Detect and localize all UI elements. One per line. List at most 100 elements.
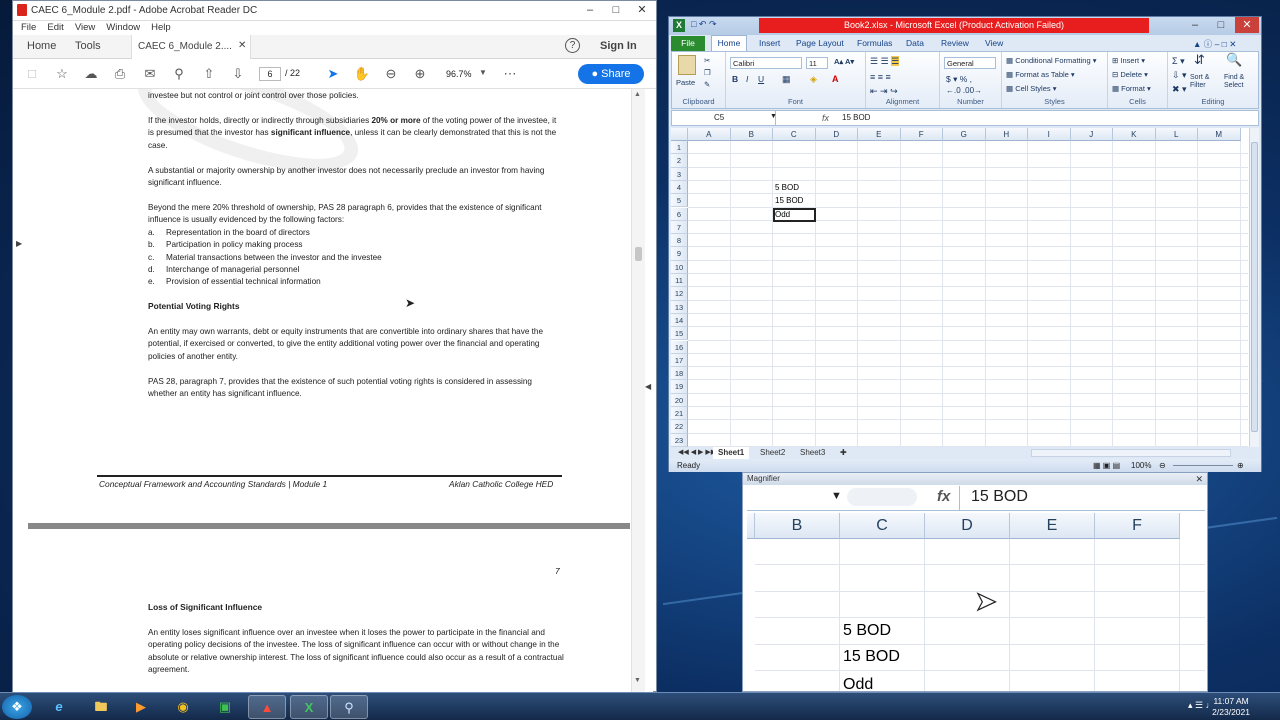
row-header-7[interactable]: 7 <box>671 220 688 235</box>
sheet-tab-sheet3[interactable]: Sheet3 <box>795 447 830 459</box>
column-header-b[interactable]: B <box>730 128 773 141</box>
autosum-icon[interactable]: Σ ▾ <box>1172 56 1185 67</box>
paste-icon[interactable] <box>678 55 696 75</box>
fill-icon[interactable]: ⇩ ▾ <box>1172 70 1187 81</box>
tab-page-layout[interactable]: Page Layout <box>796 38 844 48</box>
tab-home[interactable]: Home <box>27 40 56 52</box>
insert-function-icon[interactable]: fx <box>822 111 829 125</box>
column-header-e[interactable]: E <box>858 128 901 141</box>
row-header-12[interactable]: 12 <box>671 287 688 301</box>
menu-help[interactable]: Help <box>151 22 171 33</box>
excel-title-bar[interactable]: X □ ↶ ↷ Book2.xlsx - Microsoft Excel (Pr… <box>669 17 1261 35</box>
row-header-8[interactable]: 8 <box>671 234 688 248</box>
share-button[interactable]: ● Share <box>578 64 644 84</box>
magnifier-window[interactable]: Magnifier ✕ ▼ fx 15 BOD BCDEF 5 BOD 15 B… <box>742 472 1208 692</box>
column-header-g[interactable]: G <box>943 128 986 141</box>
ribbon-controls-icons[interactable]: ▲ ⓘ – □ ✕ <box>1193 38 1236 50</box>
number-format-select[interactable]: General <box>944 57 996 69</box>
column-header-i[interactable]: I <box>1028 128 1071 141</box>
zoom-level[interactable]: 100% <box>1131 459 1151 472</box>
right-panel-toggle-icon[interactable]: ◀ <box>645 382 651 391</box>
horizontal-scrollbar[interactable] <box>1031 449 1231 457</box>
acrobat-title-bar[interactable]: CAEC 6_Module 2.pdf - Adobe Acrobat Read… <box>13 1 656 21</box>
grow-font-icon[interactable]: A▴ A▾ <box>834 57 854 66</box>
email-icon[interactable]: ✉ <box>141 65 159 83</box>
indent-icons[interactable]: ⇤ ⇥ ↪ <box>870 86 898 97</box>
zoom-search-icon[interactable]: ⚲ <box>170 65 188 83</box>
name-box-dropdown-icon[interactable]: ▼ <box>770 113 777 120</box>
scroll-up-icon[interactable]: ▲ <box>634 91 641 98</box>
find-select-button[interactable]: Find & Select <box>1224 74 1254 90</box>
new-sheet-icon[interactable]: ✚ <box>835 447 852 459</box>
column-header-l[interactable]: L <box>1155 128 1198 141</box>
magnifier-title-bar[interactable]: Magnifier ✕ <box>743 473 1207 485</box>
quick-access-icons[interactable]: □ ↶ ↷ <box>691 19 717 30</box>
cell-c5[interactable]: 15 BOD <box>773 194 803 207</box>
format-painter-icon[interactable]: ✎ <box>704 80 710 89</box>
sign-in-link[interactable]: Sign In <box>600 40 637 52</box>
tab-view[interactable]: View <box>985 38 1003 48</box>
row-header-20[interactable]: 20 <box>671 393 688 407</box>
row-header-15[interactable]: 15 <box>671 327 688 341</box>
internet-explorer-icon[interactable]: e <box>40 695 78 719</box>
name-box[interactable]: C5 <box>672 111 776 125</box>
save-icon[interactable]: □ <box>23 65 41 83</box>
scroll-thumb[interactable] <box>635 247 642 261</box>
close-icon[interactable]: ✕ <box>1235 17 1259 33</box>
minimize-icon[interactable]: – <box>1183 17 1207 33</box>
format-cells-button[interactable]: ▦ Format ▾ <box>1112 84 1151 93</box>
decimal-icons[interactable]: ←.0 .00→ <box>946 86 982 95</box>
row-header-9[interactable]: 9 <box>671 247 688 261</box>
font-name-select[interactable]: Calibri <box>730 57 802 69</box>
zoom-in-icon[interactable]: ⊕ <box>1237 459 1244 472</box>
tab-review[interactable]: Review <box>941 38 969 48</box>
tab-formulas[interactable]: Formulas <box>857 38 892 48</box>
minimize-icon[interactable]: – <box>578 1 602 19</box>
tab-data[interactable]: Data <box>906 38 924 48</box>
file-explorer-icon[interactable]: 🖿 <box>82 695 120 719</box>
acrobat-taskbar-icon[interactable]: ▲ <box>248 695 286 719</box>
system-tray-icons[interactable]: ▴ ☰ ♩ <box>1188 700 1215 711</box>
sort-filter-icon[interactable]: ⇵ <box>1194 52 1205 68</box>
start-button[interactable]: ❖ <box>2 695 32 719</box>
tab-document[interactable]: CAEC 6_Module 2.... ✕ <box>131 35 251 59</box>
worksheet-grid[interactable]: ABCDEFGHIJKLM 1 2 3 4 5 6 7 8 9 10 11 12 13 14 15 16 17 1… <box>671 128 1249 459</box>
chrome-icon[interactable]: ◉ <box>164 695 202 719</box>
next-page-icon[interactable]: ⇩ <box>229 65 247 83</box>
find-select-icon[interactable]: 🔍 <box>1226 52 1242 68</box>
help-icon[interactable]: ? <box>565 38 580 53</box>
close-icon[interactable]: ✕ <box>1195 473 1203 485</box>
align-top-icons[interactable]: ☰ ☰ ☰ <box>870 56 900 67</box>
row-header-23[interactable]: 23 <box>671 433 688 447</box>
row-header-4[interactable]: 4 <box>671 180 688 195</box>
row-header-17[interactable]: 17 <box>671 353 688 368</box>
column-header-a[interactable]: A <box>688 128 731 141</box>
left-panel-toggle-icon[interactable]: ▶ <box>16 239 22 248</box>
tab-home[interactable]: Home <box>711 35 747 51</box>
fill-color-icon[interactable]: ◈ <box>810 74 817 85</box>
currency-icons[interactable]: $ ▾ % , <box>946 74 972 85</box>
excel-window[interactable]: X □ ↶ ↷ Book2.xlsx - Microsoft Excel (Pr… <box>668 16 1262 472</box>
sheet-tab-sheet2[interactable]: Sheet2 <box>755 447 790 459</box>
sort-filter-button[interactable]: Sort & Filter <box>1190 74 1218 90</box>
taskbar-clock[interactable]: 11:07 AM 2/23/2021 <box>1212 696 1250 718</box>
row-header-3[interactable]: 3 <box>671 167 688 181</box>
row-header-11[interactable]: 11 <box>671 274 688 288</box>
column-header-f[interactable]: F <box>900 128 943 141</box>
row-header-1[interactable]: 1 <box>671 141 688 155</box>
print-icon[interactable]: ⎙ <box>111 65 129 83</box>
column-header-k[interactable]: K <box>1113 128 1156 141</box>
zoom-out-icon[interactable]: ⊖ <box>1159 459 1166 472</box>
page-number-input[interactable]: 6 <box>259 67 281 81</box>
cell-styles-button[interactable]: ▦ Cell Styles ▾ <box>1006 84 1056 93</box>
tab-tools[interactable]: Tools <box>75 40 101 52</box>
excel-vertical-scrollbar[interactable] <box>1249 128 1259 459</box>
bold-icon[interactable]: B <box>732 74 738 84</box>
excel-taskbar-icon[interactable]: X <box>290 695 328 719</box>
previous-page-icon[interactable]: ⇧ <box>200 65 218 83</box>
row-header-21[interactable]: 21 <box>671 407 688 421</box>
row-header-10[interactable]: 10 <box>671 260 688 274</box>
row-header-2[interactable]: 2 <box>671 154 688 168</box>
select-all-corner[interactable] <box>671 128 688 141</box>
row-header-5[interactable]: 5 <box>671 194 688 208</box>
